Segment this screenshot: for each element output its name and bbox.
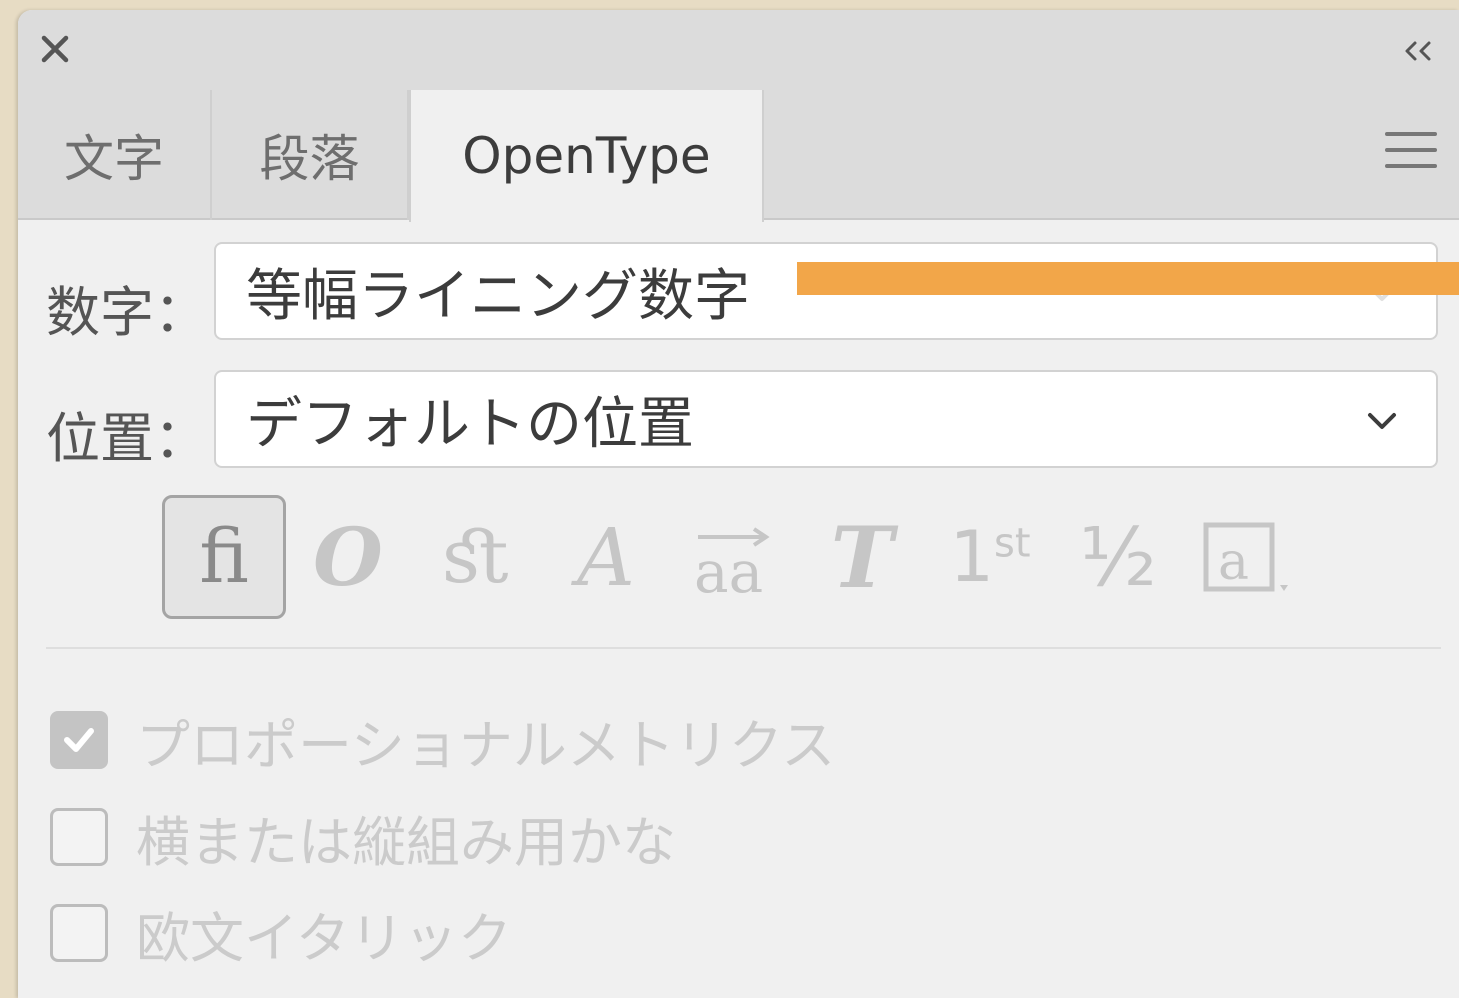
fractions-icon[interactable]: ½ xyxy=(1056,495,1180,619)
tab-label: OpenType xyxy=(462,127,711,185)
position-value: デフォルトの位置 xyxy=(246,391,694,457)
stylistic-sets-icon[interactable]: a xyxy=(1184,495,1308,619)
ordinals-icon[interactable]: 1st xyxy=(928,495,1052,619)
stylistic-alternates-icon[interactable]: A xyxy=(544,495,668,619)
titling-alternates-icon[interactable]: T xyxy=(800,495,924,619)
tab-character[interactable]: 文字 xyxy=(18,90,212,220)
checkbox-proportional-metrics[interactable]: プロポーショナルメトリクス xyxy=(50,710,835,777)
tab-opentype[interactable]: OpenType xyxy=(409,90,764,222)
checkbox-label: 欧文イタリック xyxy=(136,906,512,970)
svg-text:a: a xyxy=(1218,532,1249,592)
glyph-text: 1st xyxy=(949,516,1031,598)
hamburger-menu-icon xyxy=(1385,132,1437,168)
panel-menu-button[interactable] xyxy=(1385,132,1437,172)
glyph-text: ﬁ xyxy=(199,514,249,600)
close-icon xyxy=(41,35,69,63)
numbers-value: 等幅ライニング数字 xyxy=(246,263,750,329)
glyph-text: ½ xyxy=(1079,510,1157,604)
checkbox-box[interactable] xyxy=(50,808,108,866)
contextual-alternates-glyph: aa xyxy=(694,527,770,606)
highlight-marker xyxy=(797,262,1459,295)
ligature-fi-icon[interactable]: ﬁ xyxy=(162,495,286,619)
contextual-alternates-icon[interactable]: aa xyxy=(672,495,796,619)
panel-titlebar xyxy=(18,10,1459,82)
checkbox-box[interactable] xyxy=(50,904,108,962)
swash-icon[interactable]: O xyxy=(286,495,410,619)
close-button[interactable] xyxy=(38,32,72,66)
tab-bar: 文字 段落 OpenType xyxy=(18,82,1459,222)
position-label: 位置： xyxy=(46,407,208,470)
checkbox-box[interactable] xyxy=(50,711,108,769)
position-dropdown[interactable]: デフォルトの位置 xyxy=(214,370,1438,468)
checkbox-roman-italics[interactable]: 欧文イタリック xyxy=(50,903,512,970)
glyph-text: T xyxy=(830,507,894,607)
opentype-panel: 文字 段落 OpenType 数字： 等幅ライニング数字 位置： デフォルトの位… xyxy=(18,10,1459,998)
checkbox-label: プロポーショナルメトリクス xyxy=(136,713,836,777)
checkbox-label: 横または縦組み用かな xyxy=(136,810,676,874)
chevron-down-icon xyxy=(1368,413,1396,429)
section-divider xyxy=(46,647,1441,649)
glyph-text: A xyxy=(577,510,635,604)
tab-label: 段落 xyxy=(259,130,360,188)
opentype-feature-buttons: ﬁ O ﬆ A aa T 1st ½ a xyxy=(162,495,1322,621)
glyph-text: ﬆ xyxy=(442,514,512,600)
checkmark-icon xyxy=(64,728,94,752)
numbers-label: 数字： xyxy=(46,281,208,344)
tab-paragraph[interactable]: 段落 xyxy=(212,90,409,220)
collapse-panel-button[interactable] xyxy=(1399,36,1439,66)
double-chevron-left-icon xyxy=(1405,41,1431,61)
glyph-text: O xyxy=(313,510,383,604)
tab-label: 文字 xyxy=(64,130,164,188)
svg-text:aa: aa xyxy=(694,538,763,606)
checkbox-kana-for-horizontal-vertical[interactable]: 横または縦組み用かな xyxy=(50,807,676,874)
stylistic-sets-glyph: a xyxy=(1203,522,1288,592)
discretionary-ligature-icon[interactable]: ﬆ xyxy=(415,495,539,619)
